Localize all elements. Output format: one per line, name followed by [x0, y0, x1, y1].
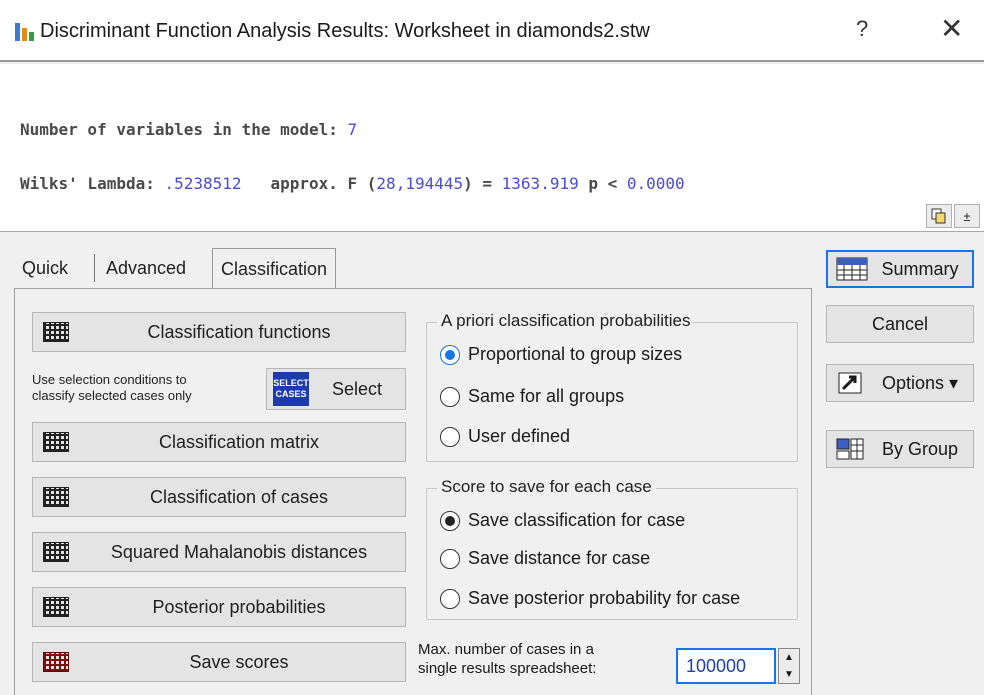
stepper-up-icon[interactable]: ▲	[784, 652, 794, 663]
save-scores-button[interactable]: Save scores	[32, 642, 406, 682]
app-icon	[15, 23, 34, 41]
summary-spreadsheet-icon	[836, 257, 868, 281]
max-cases-stepper[interactable]: ▲ ▼	[778, 648, 800, 684]
help-button[interactable]: ?	[856, 16, 868, 42]
copy-output-button[interactable]	[926, 204, 952, 228]
results-text-output: Number of variables in the model: 7 Wilk…	[0, 64, 984, 232]
spreadsheet-icon	[43, 322, 69, 342]
classification-functions-button[interactable]: Classification functions	[32, 312, 406, 352]
radio-save-classification[interactable]: Save classification for case	[440, 510, 685, 531]
radio-proportional[interactable]: Proportional to group sizes	[440, 344, 682, 365]
radio-save-distance[interactable]: Save distance for case	[440, 548, 650, 569]
radio-selected-icon	[440, 344, 460, 365]
variables-count-line: Number of variables in the model: 7	[20, 120, 358, 139]
max-cases-label: Max. number of cases in a single results…	[418, 641, 597, 677]
options-icon	[838, 372, 862, 394]
select-cases-icon: SELECT CASES	[273, 372, 309, 406]
classification-matrix-button[interactable]: Classification matrix	[32, 422, 406, 462]
max-cases-input[interactable]	[676, 648, 776, 684]
radio-icon	[440, 426, 460, 447]
radio-icon	[440, 588, 460, 609]
spreadsheet-icon	[43, 432, 69, 452]
score-title: Score to save for each case	[437, 477, 656, 497]
stepper-down-icon[interactable]: ▼	[784, 669, 794, 680]
wilks-lambda-line: Wilks' Lambda: .5238512 approx. F (28,19…	[20, 174, 685, 193]
tab-separator	[94, 254, 95, 282]
radio-icon	[440, 548, 460, 569]
tab-classification[interactable]: Classification	[212, 248, 337, 290]
radio-selected-icon	[440, 510, 460, 531]
by-group-icon	[836, 438, 864, 460]
tab-advanced[interactable]: Advanced	[98, 248, 194, 288]
mahalanobis-distances-button[interactable]: Squared Mahalanobis distances	[32, 532, 406, 572]
window-title: Discriminant Function Analysis Results: …	[40, 20, 650, 42]
classification-of-cases-button[interactable]: Classification of cases	[32, 477, 406, 517]
variables-count: 7	[347, 120, 358, 139]
by-group-button[interactable]: By Group	[826, 430, 974, 468]
a-priori-title: A priori classification probabilities	[437, 311, 695, 331]
title-bar: Discriminant Function Analysis Results: …	[0, 0, 984, 62]
radio-save-posterior[interactable]: Save posterior probability for case	[440, 588, 740, 609]
copy-icon	[931, 208, 946, 224]
radio-same-for-all[interactable]: Same for all groups	[440, 386, 624, 407]
save-spreadsheet-icon	[43, 652, 69, 672]
spreadsheet-icon	[43, 487, 69, 507]
posterior-probabilities-button[interactable]: Posterior probabilities	[32, 587, 406, 627]
selection-note: Use selection conditions to classify sel…	[32, 372, 192, 403]
options-button[interactable]: Options ▾	[826, 364, 974, 402]
close-button[interactable]: ✕	[940, 12, 963, 45]
cancel-button[interactable]: Cancel	[826, 305, 974, 343]
tab-quick[interactable]: Quick	[14, 248, 76, 288]
radio-user-defined[interactable]: User defined	[440, 426, 570, 447]
select-cases-button[interactable]: SELECT CASES Select	[266, 368, 406, 410]
summary-button[interactable]: Summary	[826, 250, 974, 288]
spreadsheet-icon	[43, 597, 69, 617]
expand-output-button[interactable]: ±	[954, 204, 980, 228]
radio-icon	[440, 386, 460, 407]
spreadsheet-icon	[43, 542, 69, 562]
